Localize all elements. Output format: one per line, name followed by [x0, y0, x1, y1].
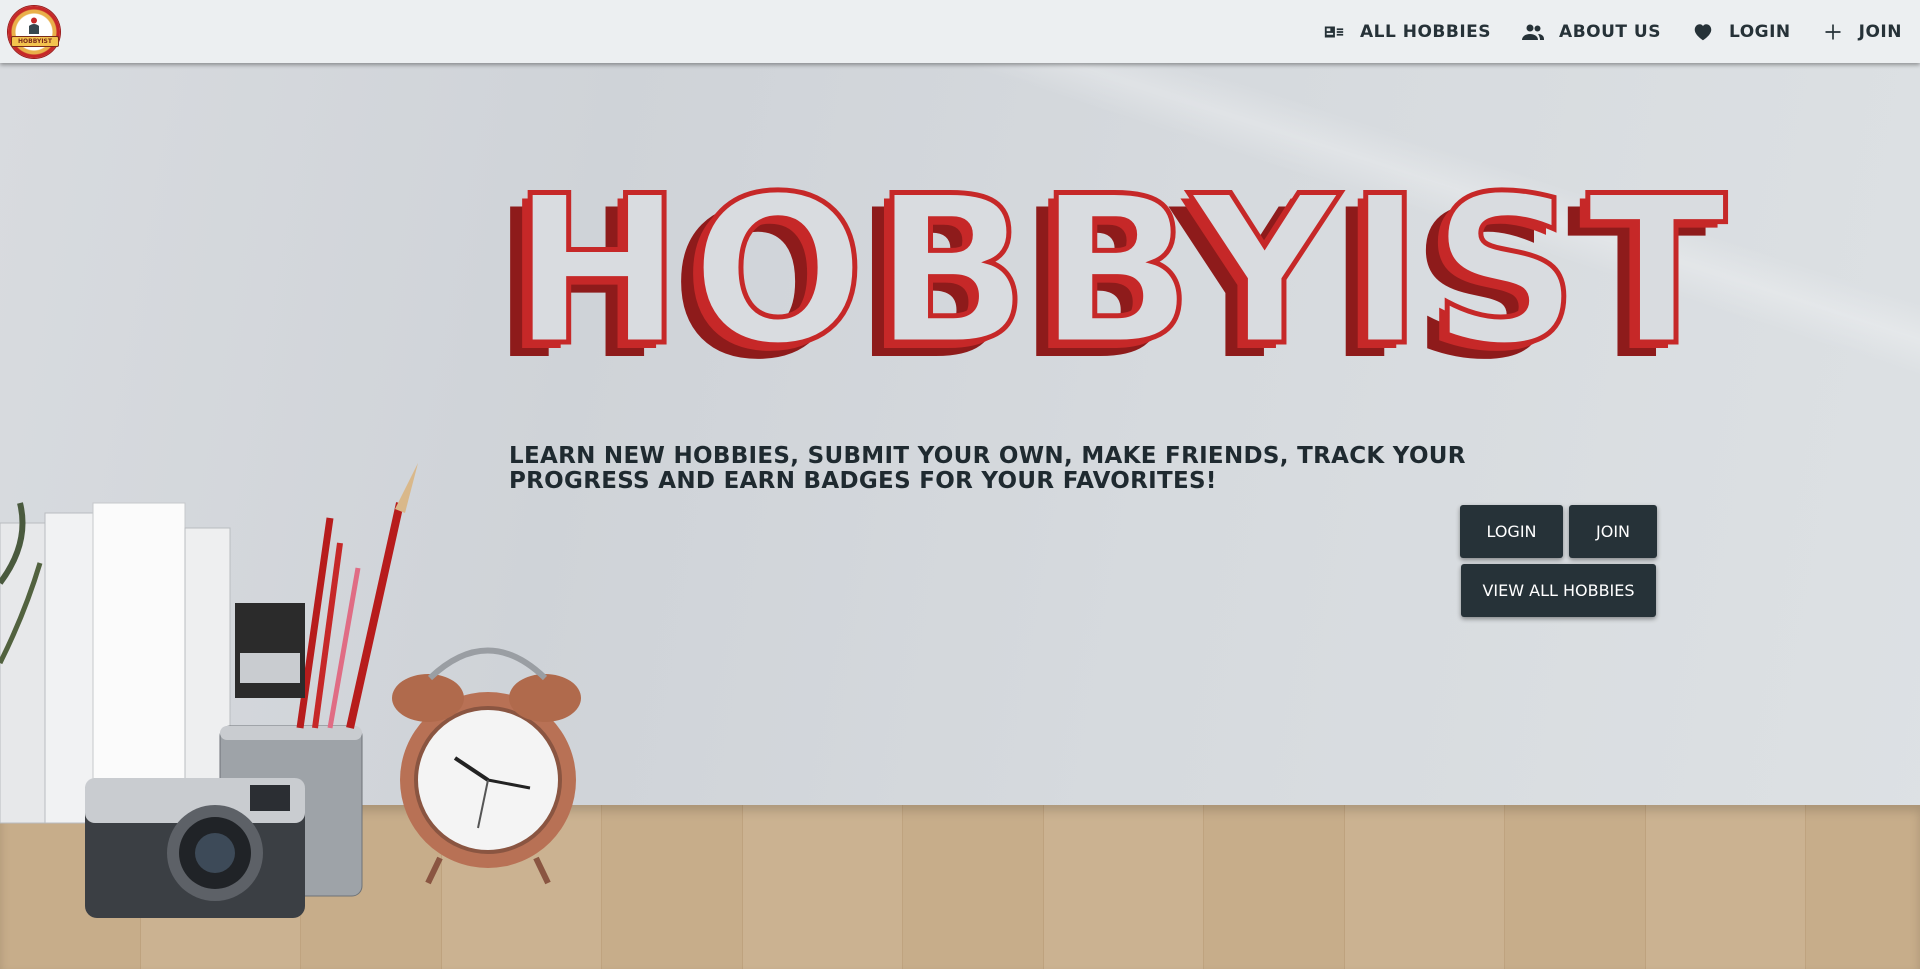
hero-title: HOBBYIST HOBBYIST HOBBYIST [495, 173, 1734, 373]
brand-logo[interactable]: HOBBYIST [8, 6, 60, 58]
people-icon [1521, 20, 1545, 44]
nav-label: Join [1858, 21, 1902, 42]
nav-item-join[interactable]: Join [1821, 20, 1902, 44]
nav-item-all-hobbies[interactable]: All Hobbies [1322, 20, 1491, 44]
hero-tagline: Learn new hobbies, submit your own, make… [509, 443, 1466, 494]
hero-login-button[interactable]: Login [1460, 505, 1563, 558]
nav-menu: All Hobbies About Us Login Join [1322, 0, 1902, 63]
plus-icon [1821, 20, 1845, 44]
heart-icon [1691, 20, 1715, 44]
card-list-icon [1322, 20, 1346, 44]
nav-label: Login [1728, 21, 1791, 42]
nav-item-about-us[interactable]: About Us [1521, 20, 1661, 44]
view-all-hobbies-button[interactable]: View All Hobbies [1461, 564, 1656, 617]
hero-title-text: HOBBYIST [511, 173, 1734, 373]
hero-join-button[interactable]: Join [1569, 505, 1657, 558]
logo-text: HOBBYIST [11, 36, 59, 47]
navbar: HOBBYIST All Hobbies About Us Login Join [0, 0, 1920, 63]
nav-label: All Hobbies [1360, 21, 1492, 42]
desk-still-life-image [0, 463, 581, 918]
nav-item-login[interactable]: Login [1691, 20, 1791, 44]
hobbyist-figure-icon [29, 17, 39, 34]
nav-label: About Us [1559, 21, 1661, 42]
